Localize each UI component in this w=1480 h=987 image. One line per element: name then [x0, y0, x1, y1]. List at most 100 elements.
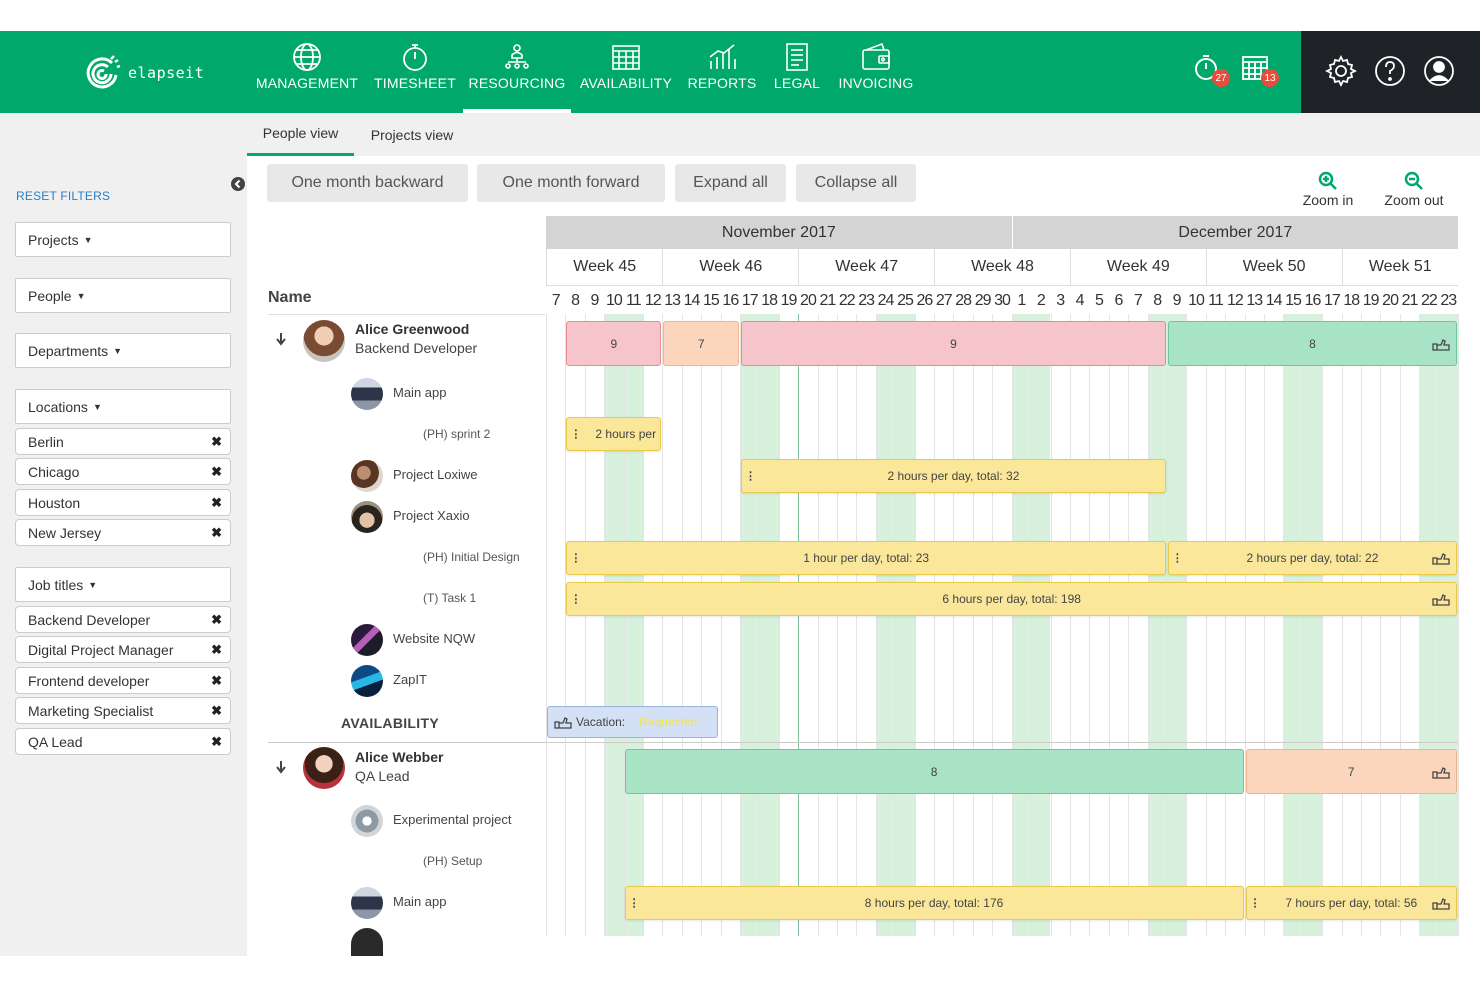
allocation-bar[interactable]: ⋮ 1 hour per day, total: 23 [566, 541, 1166, 575]
zoom-in-icon [1318, 171, 1337, 190]
weekend-column [740, 314, 760, 936]
hand-pointer-icon[interactable] [1432, 592, 1450, 606]
drag-handle-icon[interactable]: ⋮ [1250, 897, 1261, 910]
remove-chip-icon[interactable]: ✖ [211, 434, 222, 450]
one-month-forward-button[interactable]: One month forward [477, 164, 665, 202]
zoom-out-button[interactable]: Zoom out [1378, 170, 1450, 208]
tab-projects-view[interactable]: Projects view [360, 113, 464, 156]
weekend-column [1438, 314, 1458, 936]
remove-chip-icon[interactable]: ✖ [211, 525, 222, 541]
project-name[interactable]: Project Loxiwe [393, 467, 478, 482]
allocation-bar[interactable]: 8 [1167, 321, 1457, 366]
person-divider [546, 742, 1458, 743]
nav-resourcing[interactable]: RESOURCING [463, 31, 571, 113]
collapse-all-button[interactable]: Collapse all [796, 164, 916, 202]
task-name[interactable]: (PH) Initial Design [423, 550, 520, 564]
one-month-backward-button[interactable]: One month backward [267, 164, 468, 202]
avatar-alice-webber [303, 747, 345, 789]
departments-filter-label: Departments [28, 342, 109, 359]
day-label: 15 [703, 292, 720, 309]
project-avatar [351, 665, 383, 697]
day-gridline [817, 314, 819, 936]
remove-chip-icon[interactable]: ✖ [211, 673, 222, 689]
drag-handle-icon[interactable]: ⋮ [570, 593, 581, 606]
project-name[interactable]: Website NQW [393, 631, 475, 646]
nav-invoicing[interactable]: INVOICING [838, 31, 914, 113]
tab-people-view[interactable]: People view [247, 113, 354, 156]
expand-arrow-icon[interactable] [275, 760, 287, 774]
project-name[interactable]: Project Xaxio [393, 508, 470, 523]
remove-chip-icon[interactable]: ✖ [211, 642, 222, 658]
day-gridline [1225, 314, 1227, 936]
person-name[interactable]: Alice Greenwood [355, 321, 469, 337]
top-navigation-bar: elapseit MANAGEMENT TIMESHEET RESOURCING… [0, 31, 1480, 113]
remove-chip-icon[interactable]: ✖ [211, 612, 222, 628]
hand-pointer-icon[interactable] [1432, 765, 1450, 779]
nav-management[interactable]: MANAGEMENT [255, 31, 359, 113]
nav-management-label: MANAGEMENT [255, 75, 359, 91]
day-label: 7 [1133, 292, 1143, 309]
locations-filter-dropdown[interactable]: Locations ▼ [15, 389, 231, 424]
allocation-bar[interactable]: ⋮ 7 hours per day, total: 56 [1245, 886, 1457, 920]
hand-pointer-icon[interactable] [1432, 337, 1450, 351]
help-icon[interactable] [1374, 55, 1406, 87]
project-name[interactable]: Main app [393, 385, 446, 400]
expand-all-button[interactable]: Expand all [675, 164, 786, 202]
drag-handle-icon[interactable]: ⋮ [570, 428, 581, 441]
user-icon[interactable] [1423, 55, 1455, 87]
day-label: 10 [1188, 292, 1205, 309]
allocation-bar[interactable]: ⋮ 6 hours per day, total: 198 [566, 582, 1457, 616]
allocation-bar[interactable]: ⋮ 2 hours per [566, 417, 662, 451]
remove-chip-icon[interactable]: ✖ [211, 464, 222, 480]
zoom-in-button[interactable]: Zoom in [1298, 170, 1358, 208]
allocation-bar[interactable]: ⋮ 2 hours per day, total: 32 [741, 459, 1166, 493]
project-name[interactable]: Main app [393, 894, 446, 909]
calendar-badge: 13 [1261, 69, 1279, 87]
vacation-bar[interactable]: Vacation: Requested [547, 706, 718, 738]
reset-filters-link[interactable]: RESET FILTERS [16, 189, 110, 203]
project-name[interactable]: ZapIT [393, 672, 427, 687]
day-gridline [875, 314, 877, 936]
nav-availability[interactable]: AVAILABILITY [580, 31, 672, 113]
hand-pointer-icon[interactable] [1432, 896, 1450, 910]
allocation-bar[interactable]: 9 [566, 321, 662, 366]
expand-arrow-icon[interactable] [275, 332, 287, 346]
allocation-bar[interactable]: 7 [663, 321, 740, 366]
allocation-bar[interactable]: ⋮ 2 hours per day, total: 22 [1167, 541, 1457, 575]
job-chip-digital-project-manager: Digital Project Manager ✖ [15, 636, 231, 663]
person-name[interactable]: Alice Webber [355, 749, 443, 765]
remove-chip-icon[interactable]: ✖ [211, 734, 222, 750]
allocation-bar[interactable]: 9 [741, 321, 1166, 366]
project-name[interactable]: Experimental project [393, 812, 512, 827]
app-logo[interactable]: elapseit [82, 53, 204, 93]
day-gridline [837, 314, 839, 936]
job-titles-filter-dropdown[interactable]: Job titles ▼ [15, 567, 231, 602]
allocation-label: 8 hours per day, total: 176 [864, 896, 1004, 910]
calendar-notifications[interactable]: 13 [1241, 53, 1279, 87]
drag-handle-icon[interactable]: ⋮ [1172, 552, 1183, 565]
departments-filter-dropdown[interactable]: Departments ▼ [15, 333, 231, 368]
nav-timesheet[interactable]: TIMESHEET [374, 31, 456, 113]
nav-legal[interactable]: LEGAL [771, 31, 823, 113]
remove-chip-icon[interactable]: ✖ [211, 703, 222, 719]
projects-filter-dropdown[interactable]: Projects ▼ [15, 222, 231, 257]
drag-handle-icon[interactable]: ⋮ [745, 470, 756, 483]
allocation-bar[interactable]: 7 [1245, 749, 1457, 794]
day-gridline [565, 314, 567, 936]
task-name[interactable]: (PH) Setup [423, 854, 482, 868]
allocation-bar[interactable]: 8 [624, 749, 1244, 794]
org-chart-icon [505, 44, 529, 69]
timesheet-notifications[interactable]: 27 [1192, 53, 1230, 87]
nav-reports[interactable]: REPORTS [688, 31, 756, 113]
people-filter-dropdown[interactable]: People ▼ [15, 278, 231, 313]
gear-icon[interactable] [1325, 55, 1357, 87]
hand-pointer-icon[interactable] [1432, 551, 1450, 565]
remove-chip-icon[interactable]: ✖ [211, 495, 222, 511]
task-name[interactable]: (T) Task 1 [423, 591, 476, 605]
collapse-sidebar-icon[interactable] [230, 176, 246, 192]
drag-handle-icon[interactable]: ⋮ [629, 897, 640, 910]
availability-label: AVAILABILITY [341, 715, 439, 731]
task-name[interactable]: (PH) sprint 2 [423, 427, 490, 441]
drag-handle-icon[interactable]: ⋮ [570, 552, 581, 565]
allocation-bar[interactable]: ⋮ 8 hours per day, total: 176 [624, 886, 1244, 920]
